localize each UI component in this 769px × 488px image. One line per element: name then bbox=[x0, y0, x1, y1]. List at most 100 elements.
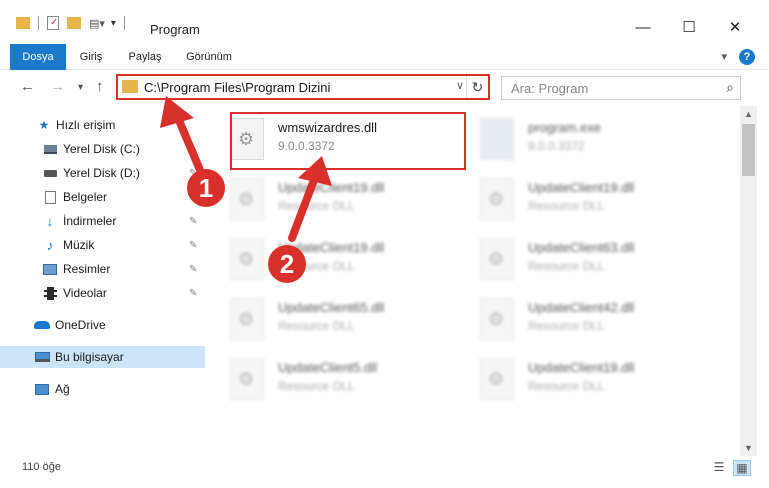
scroll-down-icon[interactable]: ▼ bbox=[740, 440, 757, 456]
dll-file-icon: ⚙ bbox=[230, 178, 264, 220]
navigation-bar: ← → ▾ ↑ C:\Program Files\Program Dizini … bbox=[0, 70, 769, 106]
customize-icon[interactable]: ▤▾ bbox=[89, 17, 105, 30]
dll-file-icon: ⚙ bbox=[480, 358, 514, 400]
list-item[interactable]: ⚙ UpdateClient63.dll Resource DLL bbox=[470, 232, 710, 290]
window-title: Program bbox=[150, 22, 200, 37]
file-description: Resource DLL bbox=[528, 379, 605, 393]
list-item[interactable]: ⚙ UpdateClient5.dll Resource DLL bbox=[220, 352, 460, 410]
file-name: UpdateClient19.dll bbox=[528, 180, 635, 195]
up-arrow-icon[interactable]: ↑ bbox=[96, 78, 104, 95]
file-name: UpdateClient19.dll bbox=[278, 240, 385, 255]
tab-share[interactable]: Paylaş bbox=[120, 44, 170, 70]
gear-icon: ⚙ bbox=[488, 249, 505, 269]
gear-icon: ⚙ bbox=[238, 249, 255, 269]
new-folder-icon[interactable] bbox=[67, 17, 81, 29]
sidebar-item-quick-access[interactable]: ★ Hızlı erişim bbox=[0, 114, 205, 136]
list-item[interactable]: ⚙ UpdateClient19.dll Resource DLL bbox=[470, 352, 710, 410]
pin-icon[interactable]: ✎ bbox=[189, 216, 197, 227]
address-path[interactable]: C:\Program Files\Program Dizini bbox=[144, 80, 330, 95]
list-item[interactable]: ⚙ UpdateClient19.dll Resource DLL bbox=[220, 172, 460, 230]
recent-locations-icon[interactable]: ▾ bbox=[78, 82, 83, 93]
file-name: UpdateClient19.dll bbox=[528, 360, 635, 375]
sidebar-item-onedrive[interactable]: OneDrive bbox=[0, 314, 205, 336]
list-item[interactable]: ⚙ UpdateClient19.dll Resource DLL bbox=[470, 172, 710, 230]
search-placeholder: Ara: Program bbox=[511, 81, 589, 96]
selected-file-highlight bbox=[230, 112, 466, 170]
sidebar-item-label: İndirmeler bbox=[63, 214, 117, 228]
scroll-up-icon[interactable]: ▲ bbox=[740, 106, 757, 122]
gear-icon: ⚙ bbox=[488, 189, 505, 209]
file-name: UpdateClient42.dll bbox=[528, 300, 635, 315]
ribbon-expand-icon[interactable]: ▾ bbox=[721, 50, 727, 63]
title-bar: ✓ ▤▾ ▾ Program — ☐ ✕ bbox=[0, 0, 769, 44]
star-icon: ★ bbox=[38, 118, 50, 132]
separator bbox=[123, 16, 125, 30]
pin-icon[interactable]: ✎ bbox=[189, 192, 197, 203]
pin-icon[interactable]: ✎ bbox=[189, 144, 197, 155]
separator bbox=[38, 16, 39, 30]
folder-icon bbox=[122, 80, 138, 93]
search-input[interactable]: Ara: Program ⌕ bbox=[501, 76, 741, 100]
sidebar-item-this-pc[interactable]: Bu bilgisayar bbox=[0, 346, 205, 368]
back-arrow-icon[interactable]: ← bbox=[20, 78, 35, 95]
search-icon[interactable]: ⌕ bbox=[726, 79, 734, 96]
tab-home[interactable]: Giriş bbox=[70, 44, 112, 70]
sidebar-item-downloads[interactable]: ↓ İndirmeler ✎ bbox=[0, 210, 205, 232]
file-description: Resource DLL bbox=[528, 319, 605, 333]
video-icon bbox=[42, 286, 58, 300]
qa-dropdown-icon[interactable]: ▾ bbox=[111, 18, 116, 29]
dll-file-icon: ⚙ bbox=[230, 358, 264, 400]
list-item[interactable]: program.exe 9.0.0.3372 bbox=[470, 112, 710, 170]
chevron-down-icon[interactable]: ∨ bbox=[456, 79, 464, 92]
address-bar[interactable]: C:\Program Files\Program Dizini ∨ ↻ bbox=[116, 74, 490, 100]
list-item[interactable]: ⚙ UpdateClient42.dll Resource DLL bbox=[470, 292, 710, 350]
details-view-icon[interactable]: ☰ bbox=[710, 460, 728, 476]
sidebar-item-label: Belgeler bbox=[63, 190, 108, 204]
properties-icon[interactable]: ✓ bbox=[47, 16, 59, 30]
tab-view[interactable]: Görünüm bbox=[178, 44, 240, 70]
download-icon: ↓ bbox=[46, 213, 54, 229]
file-version: 9.0.0.3372 bbox=[528, 139, 585, 153]
file-name: UpdateClient19.dll bbox=[278, 180, 385, 195]
forward-arrow-icon[interactable]: → bbox=[50, 78, 65, 95]
dll-file-icon: ⚙ bbox=[480, 238, 514, 280]
sidebar-item-music[interactable]: ♪ Müzik ✎ bbox=[0, 234, 205, 256]
tiles-view-icon[interactable]: ▦ bbox=[733, 460, 751, 476]
exe-file-icon bbox=[480, 118, 514, 160]
file-description: Resource DLL bbox=[278, 199, 355, 213]
pin-icon[interactable]: ✎ bbox=[189, 288, 197, 299]
help-icon[interactable]: ? bbox=[739, 49, 755, 65]
folder-icon bbox=[16, 17, 30, 29]
list-item[interactable]: ⚙ UpdateClient65.dll Resource DLL bbox=[220, 292, 460, 350]
sidebar-item-documents[interactable]: Belgeler ✎ bbox=[0, 186, 205, 208]
tab-file[interactable]: Dosya bbox=[10, 44, 66, 70]
sidebar-item-videos[interactable]: Videolar ✎ bbox=[0, 282, 205, 304]
file-description: Resource DLL bbox=[528, 199, 605, 213]
item-count: 110 öğe bbox=[22, 461, 61, 473]
pin-icon[interactable]: ✎ bbox=[189, 168, 197, 179]
pin-icon[interactable]: ✎ bbox=[189, 240, 197, 251]
sidebar-item-label: Yerel Disk (D:) bbox=[63, 166, 140, 180]
file-description: Resource DLL bbox=[278, 379, 355, 393]
file-name: UpdateClient5.dll bbox=[278, 360, 378, 375]
dll-file-icon: ⚙ bbox=[230, 298, 264, 340]
sidebar-item-network[interactable]: Ağ bbox=[0, 378, 205, 400]
minimize-button[interactable]: — bbox=[620, 12, 666, 42]
close-button[interactable]: ✕ bbox=[712, 12, 758, 42]
sidebar-item-label: Videolar bbox=[63, 286, 107, 300]
computer-icon bbox=[34, 350, 50, 364]
vertical-scrollbar[interactable]: ▲ ▼ bbox=[740, 106, 757, 456]
drive-icon bbox=[42, 142, 58, 156]
pin-icon[interactable]: ✎ bbox=[189, 264, 197, 275]
sidebar-item-disk-d[interactable]: Yerel Disk (D:) ✎ bbox=[0, 162, 205, 184]
sidebar-item-disk-c[interactable]: Yerel Disk (C:) ✎ bbox=[0, 138, 205, 160]
list-item[interactable]: ⚙ UpdateClient19.dll Resource DLL bbox=[220, 232, 460, 290]
maximize-button[interactable]: ☐ bbox=[666, 12, 712, 42]
scroll-thumb[interactable] bbox=[742, 124, 755, 176]
refresh-icon[interactable]: ↻ bbox=[466, 76, 488, 98]
sidebar-item-pictures[interactable]: Resimler ✎ bbox=[0, 258, 205, 280]
file-name: UpdateClient63.dll bbox=[528, 240, 635, 255]
status-bar: 110 öğe ☰ ▦ bbox=[0, 456, 769, 480]
file-description: Resource DLL bbox=[278, 319, 355, 333]
file-description: Resource DLL bbox=[528, 259, 605, 273]
